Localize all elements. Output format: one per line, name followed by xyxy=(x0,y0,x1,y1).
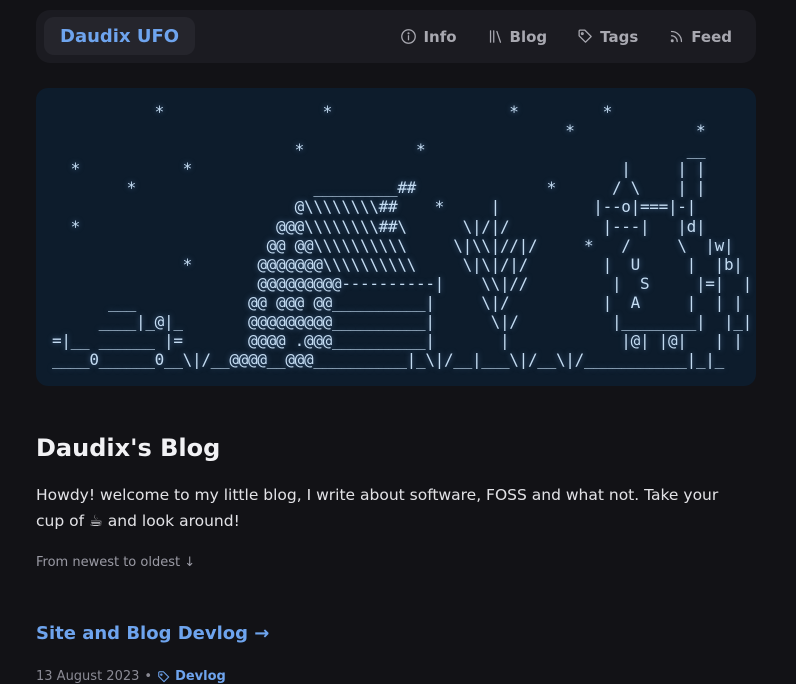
nav-info-link[interactable]: Info xyxy=(400,27,457,46)
tag-icon xyxy=(578,29,592,43)
nav-links: Info Blog Tags Feed xyxy=(400,10,732,63)
brand-home-link[interactable]: Daudix UFO xyxy=(44,17,196,55)
nav-blog-label: Blog xyxy=(509,27,548,46)
nav-feed-link[interactable]: Feed xyxy=(668,28,732,46)
ascii-art: * * * * * * * * __ * * | | | * _________… xyxy=(52,102,752,370)
nav-blog-link[interactable]: Blog xyxy=(487,27,548,46)
nav-tags-label: Tags xyxy=(600,27,639,46)
library-icon xyxy=(489,30,501,43)
page-title: Daudix's Blog xyxy=(36,434,221,462)
nav-feed-label: Feed xyxy=(691,27,732,46)
post-title-link[interactable]: Site and Blog Devlog → xyxy=(36,623,269,644)
intro-text: Howdy! welcome to my little blog, I writ… xyxy=(36,486,719,530)
info-icon xyxy=(401,29,417,44)
top-navbar: Daudix UFO Info Blog Tags Feed xyxy=(36,10,756,63)
nav-tags-link[interactable]: Tags xyxy=(577,28,638,46)
nav-info-label: Info xyxy=(423,27,457,46)
ascii-art-banner: * * * * * * * * __ * * | | | * _________… xyxy=(36,88,756,386)
rss-icon xyxy=(671,30,683,43)
sort-order-note: From newest to oldest ↓ xyxy=(36,555,196,570)
